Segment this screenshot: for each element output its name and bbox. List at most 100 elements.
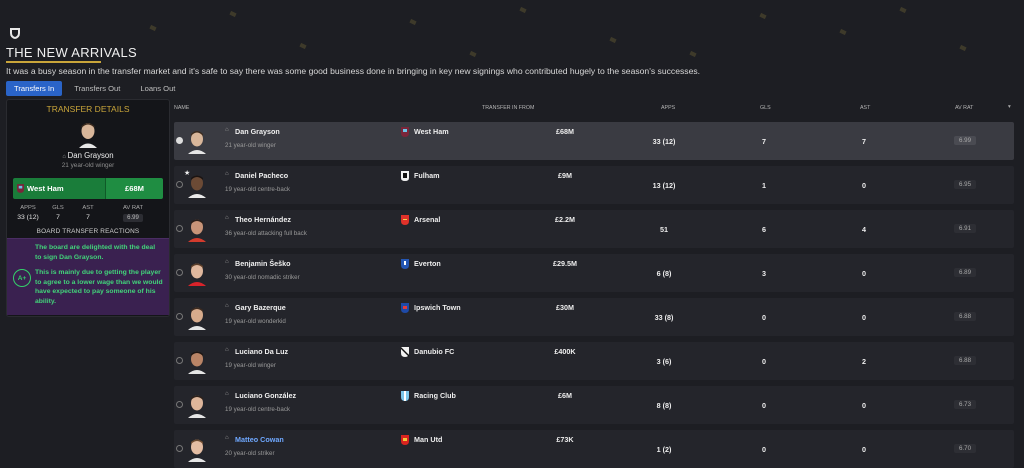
goals-value: 0	[762, 445, 766, 454]
player-name[interactable]: Dan Grayson	[235, 127, 280, 136]
reaction-line-1: The board are delighted with the deal to…	[35, 244, 156, 261]
apps-value: 3 (6)	[656, 357, 672, 366]
player-name[interactable]: Luciano Da Luz	[235, 347, 288, 356]
stat-label-apps: APPS	[20, 205, 36, 211]
table-row[interactable]: ★ ⌂ Daniel Pacheco 19 year-old centre-ba…	[174, 166, 1014, 204]
table-row[interactable]: ⌂ Luciano González 19 year-old centre-ba…	[174, 386, 1014, 424]
player-name[interactable]: Daniel Pacheco	[235, 171, 288, 180]
rating-value: 6.73	[954, 400, 976, 409]
goals-value: 1	[762, 181, 766, 190]
club-name[interactable]: Fulham	[414, 171, 440, 180]
goals-value: 3	[762, 269, 766, 278]
transfer-fee: £29.5M	[553, 259, 577, 268]
from-club[interactable]: West Ham	[13, 178, 105, 199]
club-name[interactable]: Everton	[414, 259, 441, 268]
stat-label-ast: AST	[82, 205, 94, 211]
table-row[interactable]: ⌂ Benjamin Šeško 30 year-old nomadic str…	[174, 254, 1014, 292]
club-name[interactable]: Man Utd	[414, 435, 442, 444]
tab-loans-out[interactable]: Loans Out	[132, 81, 183, 96]
transfer-fee: £400K	[554, 347, 576, 356]
row-radio[interactable]	[176, 357, 183, 364]
sort-arrow-icon[interactable]: ▾	[1008, 104, 1011, 110]
table-row[interactable]: ⌂ Luciano Da Luz 19 year-old winger Danu…	[174, 342, 1014, 380]
player-description: 30 year-old nomadic striker	[225, 274, 300, 281]
stat-value-ast: 7	[86, 214, 90, 221]
racing-club-badge-icon	[401, 391, 409, 401]
tab-transfers-in[interactable]: Transfers In	[6, 81, 63, 96]
row-radio[interactable]	[176, 313, 183, 320]
goals-value: 0	[762, 313, 766, 322]
title-underline	[6, 61, 101, 63]
transfer-fee: £68M	[105, 178, 163, 199]
player-name[interactable]: Gary Bazerque	[235, 303, 286, 312]
assists-value: 2	[862, 357, 866, 366]
table-row[interactable]: ⌂ Matteo Cowan 20 year-old striker Man U…	[174, 430, 1014, 468]
row-radio[interactable]	[176, 181, 183, 188]
player-face	[188, 351, 206, 374]
player-face	[188, 307, 206, 330]
person-icon: ⌂	[225, 303, 229, 309]
club-name[interactable]: Danubio FC	[414, 347, 454, 356]
player-name[interactable]: Benjamin Šeško	[235, 259, 291, 268]
apps-value: 6 (8)	[656, 269, 672, 278]
person-icon: ⌂	[225, 259, 229, 265]
player-face	[188, 219, 206, 242]
player-name[interactable]: Theo Hernández	[235, 215, 291, 224]
club-name[interactable]: Racing Club	[414, 391, 456, 400]
player-name[interactable]: Luciano González	[235, 391, 296, 400]
player-description: 21 year-old winger	[225, 142, 276, 149]
intro-text: It was a busy season in the transfer mar…	[6, 66, 701, 76]
col-header-avrat[interactable]: AV RAT	[955, 105, 973, 111]
club-crest-icon	[10, 28, 20, 39]
player-face	[188, 175, 206, 198]
person-icon: ⌂	[225, 391, 229, 397]
col-header-gls[interactable]: GLS	[760, 105, 771, 111]
selected-player-name-text: Dan Grayson	[67, 151, 114, 160]
row-radio[interactable]	[176, 401, 183, 408]
row-radio[interactable]	[176, 269, 183, 276]
table-row[interactable]: ⌂ Dan Grayson 21 year-old winger West Ha…	[174, 122, 1014, 160]
rating-value: 6.99	[954, 136, 976, 145]
col-header-from[interactable]: TRANSFER IN FROM	[482, 105, 534, 111]
arsenal-badge-icon	[401, 215, 409, 225]
player-description: 19 year-old centre-back	[225, 186, 291, 193]
grade-badge: A+	[13, 269, 31, 287]
player-portrait	[76, 120, 100, 148]
fulham-badge-icon	[401, 171, 409, 181]
apps-value: 33 (12)	[652, 137, 676, 146]
rating-value: 6.70	[954, 444, 976, 453]
player-face	[188, 395, 206, 418]
table-row[interactable]: ⌂ Theo Hernández 36 year-old attacking f…	[174, 210, 1014, 248]
rating-value: 6.88	[954, 356, 976, 365]
club-name[interactable]: Ipswich Town	[414, 303, 461, 312]
stat-label-avrat: AV RAT	[122, 205, 144, 211]
person-icon: ⌂	[225, 171, 229, 177]
player-face	[188, 439, 206, 462]
assists-value: 0	[862, 269, 866, 278]
table-header: NAME TRANSFER IN FROM APPS GLS AST AV RA…	[174, 103, 1018, 113]
transfer-fee: £9M	[558, 171, 572, 180]
assists-value: 0	[862, 445, 866, 454]
transfer-fee: £30M	[556, 303, 574, 312]
apps-value: 1 (2)	[656, 445, 672, 454]
table-row[interactable]: ⌂ Gary Bazerque 19 year-old wonderkid Ip…	[174, 298, 1014, 336]
row-radio[interactable]	[176, 445, 183, 452]
club-name[interactable]: Arsenal	[414, 215, 440, 224]
col-header-apps[interactable]: APPS	[661, 105, 675, 111]
transfer-details-panel: TRANSFER DETAILS ⌂ Dan Grayson 21 year-o…	[6, 99, 170, 317]
player-name[interactable]: Matteo Cowan	[235, 435, 284, 444]
club-name[interactable]: West Ham	[414, 127, 449, 136]
danubio-fc-badge-icon	[401, 347, 409, 357]
apps-value: 13 (12)	[652, 181, 676, 190]
west-ham-badge-icon	[401, 127, 409, 137]
col-header-name[interactable]: NAME	[174, 105, 189, 111]
row-radio[interactable]	[176, 137, 183, 144]
rating-value: 6.95	[954, 180, 976, 189]
col-header-ast[interactable]: AST	[860, 105, 870, 111]
stat-value-apps: 33 (12)	[17, 214, 39, 221]
transfer-fee: £2.2M	[555, 215, 575, 224]
assists-value: 0	[862, 401, 866, 410]
row-radio[interactable]	[176, 225, 183, 232]
stat-value-avrat: 6.99	[103, 214, 163, 222]
tab-transfers-out[interactable]: Transfers Out	[66, 81, 128, 96]
